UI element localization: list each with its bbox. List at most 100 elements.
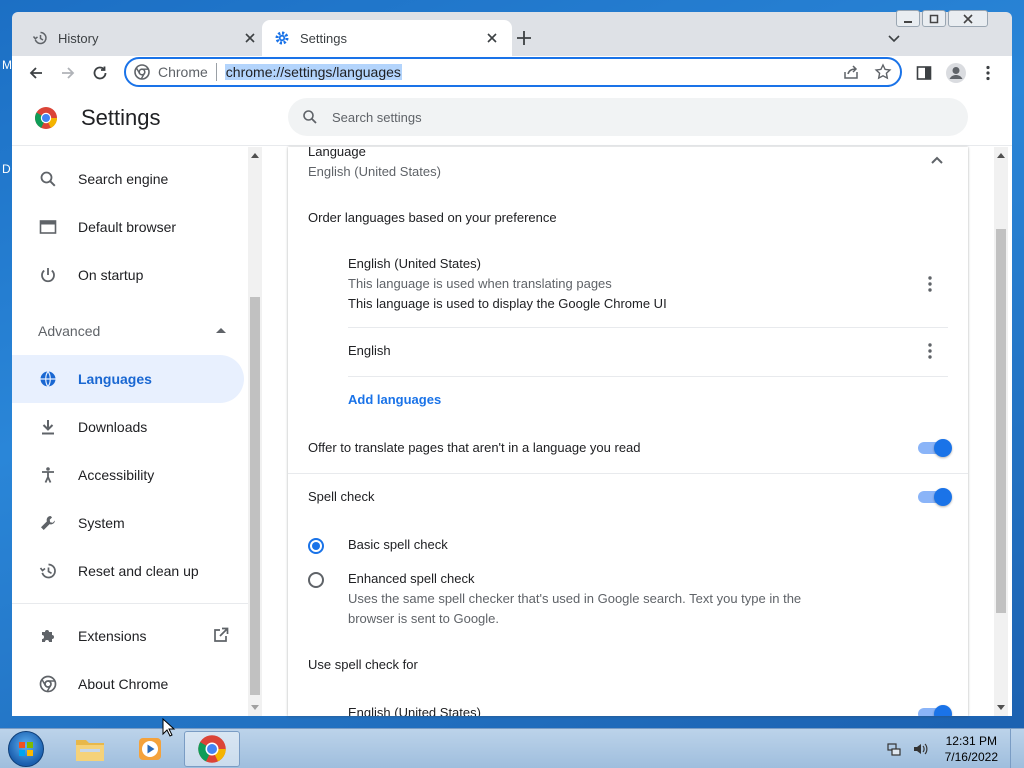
back-button[interactable]: [24, 61, 48, 85]
site-chip[interactable]: Chrome: [134, 64, 208, 80]
sidebar-item-extensions[interactable]: Extensions: [12, 612, 244, 660]
volume-icon[interactable]: [912, 741, 928, 757]
spell-check-toggle[interactable]: [918, 488, 952, 506]
sidebar-item-system[interactable]: System: [12, 499, 244, 547]
system-tray: [886, 741, 928, 757]
browser-toolbar: Chrome chrome://settings/languages: [12, 56, 1012, 90]
section-divider: [288, 473, 968, 474]
address-bar[interactable]: Chrome chrome://settings/languages: [124, 57, 902, 87]
settings-sidebar: Search engine Default browser On startup…: [12, 147, 248, 716]
wrench-icon: [38, 513, 58, 533]
taskbar-chrome[interactable]: [184, 731, 240, 767]
sidebar-item-default-browser[interactable]: Default browser: [12, 203, 244, 251]
tab-history[interactable]: History: [20, 20, 270, 56]
browser-icon: [38, 217, 58, 237]
language-section-title: Language: [308, 147, 366, 159]
reload-button[interactable]: [88, 61, 112, 85]
sidebar-item-reset[interactable]: Reset and clean up: [12, 547, 244, 595]
spell-language-toggle[interactable]: [918, 705, 952, 716]
sidebar-item-label: On startup: [78, 267, 144, 283]
sidebar-item-label: Search engine: [78, 171, 169, 187]
taskbar-explorer[interactable]: [62, 731, 118, 767]
tab-strip: History Settings: [12, 12, 1012, 56]
caret-up-icon: [216, 327, 226, 333]
spell-language-name: English (United States): [348, 705, 481, 716]
basic-spell-label: Basic spell check: [348, 537, 448, 552]
tab-title: Settings: [300, 30, 347, 46]
sidebar-item-search-engine[interactable]: Search engine: [12, 155, 244, 203]
language-name: English: [348, 343, 391, 358]
start-button[interactable]: [8, 731, 44, 767]
reset-icon: [38, 561, 58, 581]
basic-spell-radio[interactable]: [308, 538, 324, 554]
search-icon: [302, 109, 318, 125]
sidebar-item-label: About Chrome: [78, 676, 169, 692]
search-input[interactable]: [332, 109, 932, 125]
sidebar-item-label: System: [78, 515, 125, 531]
minimize-button[interactable]: [896, 10, 920, 27]
forward-button[interactable]: [56, 61, 80, 85]
url-text[interactable]: chrome://settings/languages: [224, 64, 402, 80]
gear-icon: [274, 30, 290, 46]
settings-page: Settings Search engine Default browse: [12, 90, 1012, 716]
sidebar-item-label: Extensions: [78, 628, 147, 644]
offer-translate-toggle[interactable]: [918, 439, 952, 457]
settings-header: Settings: [12, 90, 1012, 146]
puzzle-icon: [38, 626, 58, 646]
show-desktop-button[interactable]: [1010, 729, 1024, 768]
sidebar-scrollbar-thumb[interactable]: [250, 297, 260, 695]
close-icon[interactable]: [242, 30, 258, 46]
chrome-logo-icon: [34, 106, 58, 130]
chrome-logo-icon: [38, 674, 58, 694]
sidebar-advanced-toggle[interactable]: Advanced: [12, 311, 244, 351]
site-chip-label: Chrome: [158, 64, 208, 80]
maximize-button[interactable]: [922, 10, 946, 27]
taskbar-clock[interactable]: 12:31 PM 7/16/2022: [945, 733, 998, 765]
enhanced-spell-radio[interactable]: [308, 572, 324, 588]
download-icon: [38, 417, 58, 437]
tab-settings[interactable]: Settings: [262, 20, 512, 56]
tab-title: History: [58, 30, 99, 46]
list-divider: [348, 376, 948, 377]
list-divider: [348, 327, 948, 328]
sidebar-item-on-startup[interactable]: On startup: [12, 251, 244, 299]
close-icon[interactable]: [484, 30, 500, 46]
close-window-button[interactable]: [948, 10, 988, 27]
language-section-value: English (United States): [308, 164, 441, 179]
add-languages-button[interactable]: Add languages: [348, 392, 441, 407]
new-tab-button[interactable]: [514, 28, 534, 48]
network-icon[interactable]: [886, 741, 902, 757]
chrome-logo-icon: [197, 734, 227, 764]
sidebar-item-about[interactable]: About Chrome: [12, 660, 244, 708]
sidebar-item-label: Default browser: [78, 219, 177, 235]
content-scrollbar[interactable]: [994, 147, 1008, 716]
toggle-knob: [934, 488, 952, 506]
chevron-down-icon[interactable]: [886, 30, 902, 46]
clock-date: 7/16/2022: [944, 750, 998, 764]
enhanced-spell-desc: Uses the same spell checker that's used …: [348, 591, 802, 606]
history-icon: [32, 30, 48, 46]
external-link-icon: [212, 626, 230, 644]
search-icon: [38, 169, 58, 189]
chevron-up-icon[interactable]: [930, 155, 944, 165]
more-menu-icon[interactable]: [976, 61, 1000, 85]
profile-button[interactable]: [944, 61, 968, 85]
sidebar-item-downloads[interactable]: Downloads: [12, 403, 244, 451]
order-languages-label: Order languages based on your preference: [308, 210, 557, 225]
share-icon[interactable]: [842, 63, 860, 81]
sidebar-divider: [12, 603, 248, 604]
content-scrollbar-thumb[interactable]: [996, 229, 1006, 613]
sidebar-item-accessibility[interactable]: Accessibility: [12, 451, 244, 499]
more-actions-icon[interactable]: [920, 341, 940, 361]
media-player-icon: [135, 734, 165, 764]
mouse-cursor: [162, 718, 176, 738]
window-caption-buttons: [896, 10, 988, 27]
offer-translate-label: Offer to translate pages that aren't in …: [308, 440, 641, 455]
use-spell-check-label: Use spell check for: [308, 657, 418, 672]
more-actions-icon[interactable]: [920, 274, 940, 294]
sidebar-scrollbar[interactable]: [248, 147, 262, 716]
side-panel-button[interactable]: [912, 61, 936, 85]
bookmark-star-icon[interactable]: [874, 63, 892, 81]
globe-icon: [38, 369, 58, 389]
sidebar-item-languages[interactable]: Languages: [12, 355, 244, 403]
